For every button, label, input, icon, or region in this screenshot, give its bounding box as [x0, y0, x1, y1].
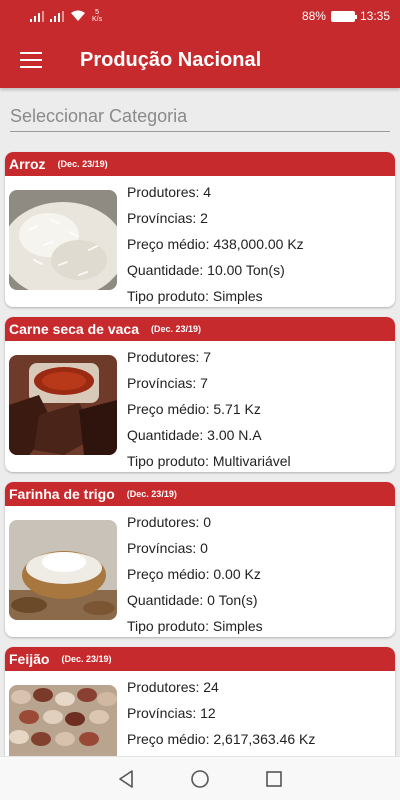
product-card[interactable]: Carne seca de vaca (Dec. 23/19) Produtor… — [5, 317, 395, 472]
product-info: Produtores: 7 Províncias: 7 Preço médio:… — [127, 349, 291, 472]
product-type: Tipo produto: Simples — [127, 618, 263, 634]
dried-beef-image — [9, 355, 117, 455]
card-body: Produtores: 4 Províncias: 2 Preço médio:… — [5, 176, 395, 307]
rice-image — [9, 190, 117, 290]
average-price: Preço médio: 5.71 Kz — [127, 401, 261, 417]
quantity: Quantidade: 3.00 N.A — [127, 427, 262, 443]
provinces-count: Províncias: 7 — [127, 375, 208, 391]
wifi-icon — [71, 10, 85, 21]
category-select[interactable]: Seleccionar Categoria — [10, 104, 390, 132]
signal-icon — [30, 10, 44, 22]
average-price: Preço médio: 438,000.00 Kz — [127, 236, 304, 252]
product-name: Carne seca de vaca — [9, 321, 139, 337]
menu-icon[interactable] — [20, 52, 42, 68]
card-body: Produtores: 0 Províncias: 0 Preço médio:… — [5, 506, 395, 637]
quantity: Quantidade: 10.00 Ton(s) — [127, 262, 285, 278]
product-name: Farinha de trigo — [9, 486, 115, 502]
card-header: Arroz (Dec. 23/19) — [5, 152, 395, 176]
net-speed-unit: K/s — [92, 16, 103, 23]
home-button[interactable] — [191, 769, 209, 788]
home-icon — [191, 769, 209, 788]
wheat-flour-image — [9, 520, 117, 620]
quantity: Quantidade: 0 Ton(s) — [127, 592, 258, 608]
product-info: Produtores: 4 Províncias: 2 Preço médio:… — [127, 184, 304, 307]
card-body: Produtores: 7 Províncias: 7 Preço médio:… — [5, 341, 395, 472]
average-price: Preço médio: 2,617,363.46 Kz — [127, 731, 316, 747]
clock: 13:35 — [359, 9, 390, 23]
recents-button[interactable] — [265, 770, 282, 787]
signal-icon-2 — [50, 10, 64, 22]
net-speed: 5 K/s — [92, 9, 102, 23]
product-type: Tipo produto: Simples — [127, 288, 263, 304]
recents-icon — [265, 770, 282, 787]
category-select-placeholder: Seleccionar Categoria — [10, 106, 188, 126]
product-decree: (Dec. 23/19) — [57, 159, 108, 169]
product-decree: (Dec. 23/19) — [150, 324, 202, 334]
product-list: Arroz (Dec. 23/19) Produtores: 4 Provínc… — [5, 152, 395, 800]
producers-count: Produtores: 24 — [127, 679, 219, 695]
battery-percent: 88% — [301, 9, 326, 23]
product-card[interactable]: Arroz (Dec. 23/19) Produtores: 4 Provínc… — [5, 152, 395, 307]
product-info: Produtores: 0 Províncias: 0 Preço médio:… — [127, 514, 263, 637]
system-nav-bar — [0, 756, 400, 800]
product-card[interactable]: Farinha de trigo (Dec. 23/19) Produtores… — [5, 482, 395, 637]
net-speed-value: 5 — [95, 9, 100, 16]
status-right: 88% 13:35 — [302, 9, 390, 23]
app-bar: Produção Nacional — [0, 32, 400, 88]
back-icon — [119, 769, 134, 788]
product-name: Arroz — [9, 156, 46, 172]
status-left: 5 K/s — [30, 9, 102, 23]
card-header: Carne seca de vaca (Dec. 23/19) — [5, 317, 395, 341]
provinces-count: Províncias: 12 — [127, 705, 216, 721]
producers-count: Produtores: 4 — [127, 184, 212, 200]
product-name: Feijão — [9, 651, 50, 667]
product-decree: (Dec. 23/19) — [61, 654, 112, 664]
producers-count: Produtores: 7 — [127, 349, 212, 365]
provinces-count: Províncias: 2 — [127, 210, 208, 226]
provinces-count: Províncias: 0 — [127, 540, 208, 556]
product-type: Tipo produto: Multivariável — [127, 453, 291, 469]
battery-icon — [330, 10, 357, 22]
product-decree: (Dec. 23/19) — [126, 489, 177, 499]
average-price: Preço médio: 0.00 Kz — [127, 566, 261, 582]
status-bar: 5 K/s 88% 13:35 — [0, 0, 400, 32]
back-button[interactable] — [118, 769, 134, 788]
app-title: Produção Nacional — [80, 48, 262, 71]
card-header: Farinha de trigo (Dec. 23/19) — [5, 482, 395, 506]
card-header: Feijão (Dec. 23/19) — [5, 647, 395, 671]
producers-count: Produtores: 0 — [127, 514, 212, 530]
